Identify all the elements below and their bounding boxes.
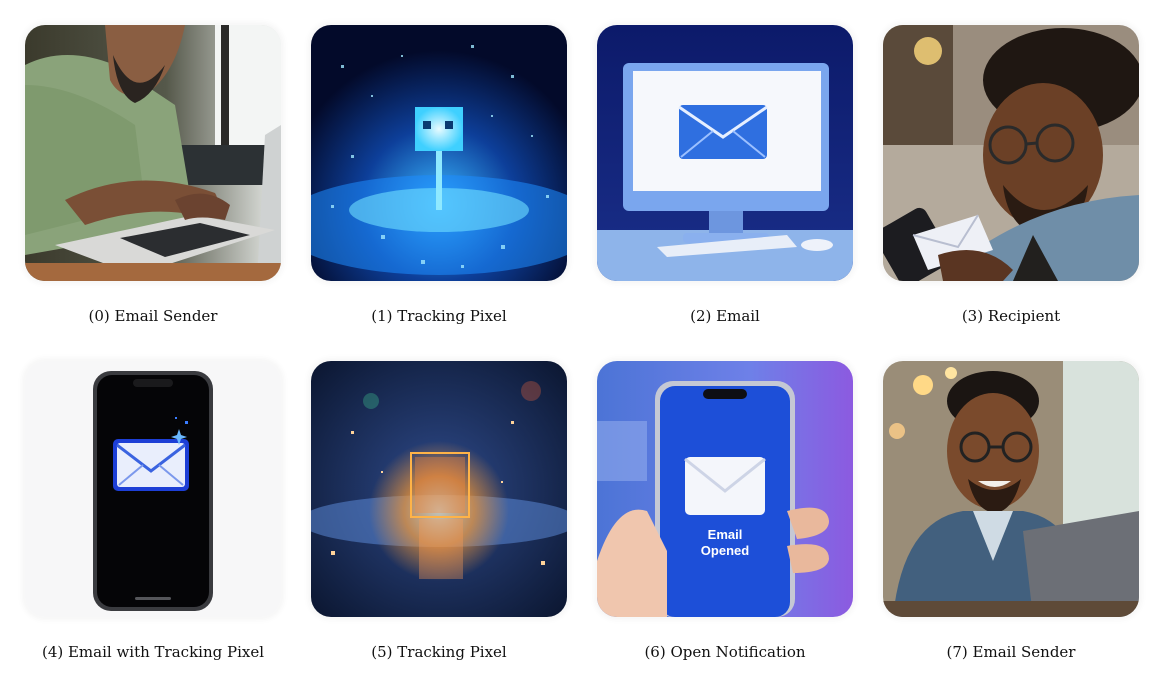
phone-with-envelope-icon xyxy=(25,361,281,617)
man-reading-phone-icon xyxy=(883,25,1139,281)
image-email xyxy=(597,25,853,281)
caption-email-sender: (0) Email Sender xyxy=(88,307,218,325)
caption-email: (2) Email xyxy=(690,307,760,325)
image-email-sender-2 xyxy=(883,361,1139,617)
caption-tracking-pixel-1: (1) Tracking Pixel xyxy=(371,307,507,325)
person-typing-laptop-icon xyxy=(25,25,281,281)
image-recipient xyxy=(883,25,1139,281)
monitor-with-envelope-icon xyxy=(597,25,853,281)
smiling-man-laptop-icon xyxy=(883,361,1139,617)
image-email-with-tracking-pixel xyxy=(25,361,281,617)
caption-email-sender-2: (7) Email Sender xyxy=(946,643,1076,661)
image-email-sender xyxy=(25,25,281,281)
image-tracking-pixel-2 xyxy=(311,361,567,617)
phone-screen-line2: Opened xyxy=(701,543,749,558)
image-open-notification: Email Opened xyxy=(597,361,853,617)
glowing-blue-pixel-cube-icon xyxy=(311,25,567,281)
phone-screen-line1: Email xyxy=(708,527,743,542)
caption-open-notification: (6) Open Notification xyxy=(644,643,806,661)
caption-email-with-tracking-pixel: (4) Email with Tracking Pixel xyxy=(41,643,265,661)
caption-tracking-pixel-2: (5) Tracking Pixel xyxy=(371,643,507,661)
caption-recipient: (3) Recipient xyxy=(961,307,1061,325)
glowing-orange-pixel-cube-icon xyxy=(311,361,567,617)
image-tracking-pixel-1 xyxy=(311,25,567,281)
phone-email-opened-icon: Email Opened xyxy=(597,361,853,617)
